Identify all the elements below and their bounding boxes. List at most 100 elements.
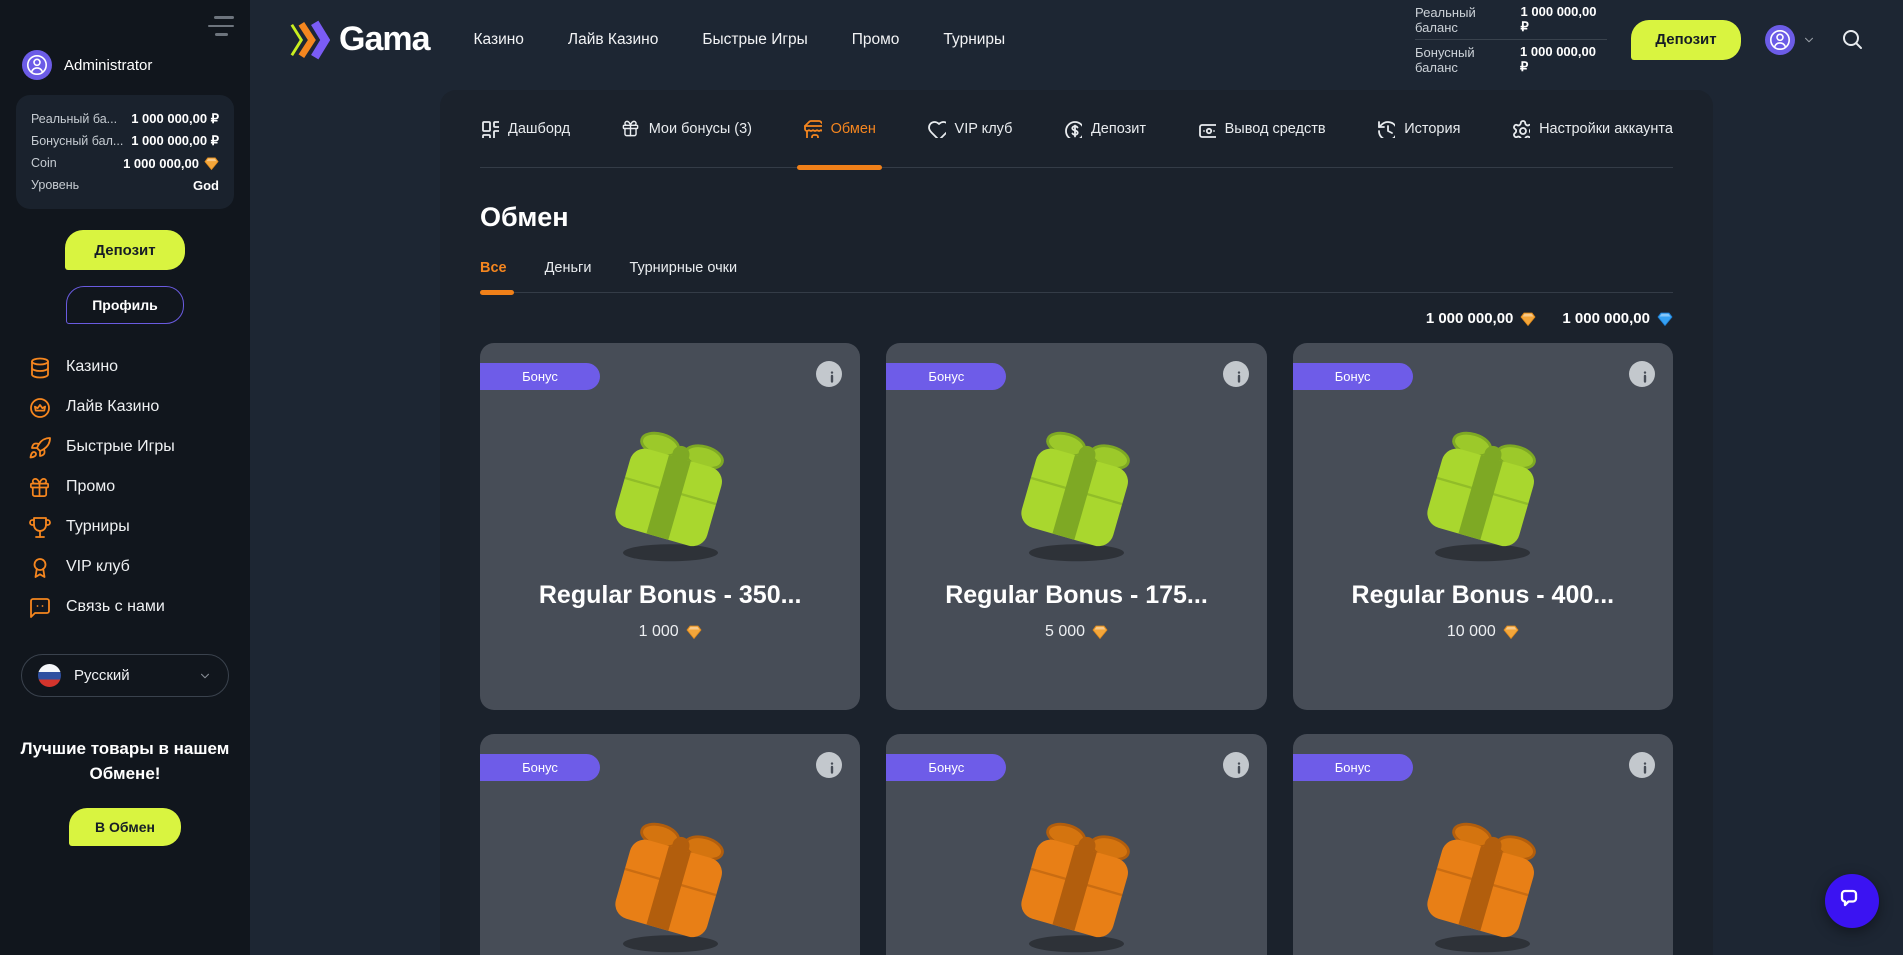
nav-promo[interactable]: Промо — [852, 31, 900, 49]
tab-dashboard[interactable]: Дашборд — [480, 90, 570, 167]
coin-balance-row: Coin 1 000 000,00 — [31, 152, 219, 174]
shop-icon — [803, 119, 822, 138]
tab-account-settings[interactable]: Настройки аккаунта — [1511, 90, 1673, 167]
header-deposit-button[interactable]: Депозит — [1631, 20, 1741, 60]
info-icon[interactable] — [1223, 361, 1249, 387]
bonus-price: 10 000 — [1293, 623, 1673, 641]
sidebar-promo-text: Лучшие товары в нашем Обмене! — [14, 737, 236, 786]
chevron-down-icon — [198, 669, 212, 683]
bonus-price: 1 000 — [480, 623, 860, 641]
sidebar-profile-button[interactable]: Профиль — [66, 286, 184, 324]
bonus-card[interactable]: Бонус — [886, 734, 1266, 955]
bonus-card[interactable]: Бонус Regular Bonus - 175... 5 000 — [886, 343, 1266, 710]
sidebar-item-contact[interactable]: Связь с нами — [28, 587, 250, 627]
info-icon[interactable] — [1629, 752, 1655, 778]
filter-all[interactable]: Все — [480, 260, 507, 292]
nav-tournaments[interactable]: Турниры — [943, 31, 1005, 49]
orange-gem-icon — [1092, 624, 1108, 640]
bonus-balance-row: Бонусный бал... 1 000 000,00 ₽ — [31, 130, 219, 152]
chevron-down-icon — [1802, 33, 1816, 47]
gear-icon — [1511, 119, 1530, 138]
account-menu[interactable] — [1765, 25, 1816, 55]
orange-gem-icon — [204, 156, 219, 171]
wallet-orange-balance: 1 000 000,00 — [1426, 310, 1537, 327]
sidebar-menu: Казино Лайв Казино Быстрые Игры Промо Ту… — [28, 347, 250, 627]
real-balance-row: Реальный ба... 1 000 000,00 ₽ — [31, 108, 219, 130]
search-icon[interactable] — [1840, 27, 1865, 52]
medal-icon — [28, 556, 51, 579]
banknote-icon — [1197, 119, 1216, 138]
bonus-title: Regular Bonus - 175... — [886, 581, 1266, 610]
filter-tournament-points[interactable]: Турнирные очки — [629, 260, 737, 292]
nav-live-casino[interactable]: Лайв Казино — [568, 31, 658, 49]
user-avatar — [22, 50, 52, 80]
user-avatar — [1765, 25, 1795, 55]
user-name: Administrator — [64, 57, 152, 74]
heart-icon — [927, 119, 946, 138]
live-chat-button[interactable] — [1825, 874, 1879, 928]
account-tabs: Дашборд Мои бонусы (3) Обмен VIP клуб Де… — [480, 90, 1673, 168]
main-area: Gama Казино Лайв Казино Быстрые Игры Про… — [250, 0, 1903, 955]
language-selector[interactable]: Русский — [21, 654, 229, 697]
bonus-title: Regular Bonus - 400... — [1293, 581, 1673, 610]
trophy-icon — [28, 516, 51, 539]
exchange-wallet: 1 000 000,00 1 000 000,00 — [480, 310, 1673, 327]
header-bonus-balance: Бонусный баланс 1 000 000,00 ₽ — [1415, 40, 1607, 79]
chat-icon — [28, 596, 51, 619]
sidebar: Administrator Реальный ба... 1 000 000,0… — [0, 0, 250, 955]
coin-icon — [1063, 119, 1082, 138]
gama-logo[interactable]: Gama — [288, 20, 430, 60]
tab-deposit[interactable]: Депозит — [1063, 90, 1146, 167]
bonus-card[interactable]: Бонус — [1293, 734, 1673, 955]
sidebar-item-casino[interactable]: Казино — [28, 347, 250, 387]
tab-my-bonuses[interactable]: Мои бонусы (3) — [621, 90, 752, 167]
live-casino-icon — [28, 396, 51, 419]
bonus-badge: Бонус — [1293, 754, 1413, 781]
nav-casino[interactable]: Казино — [474, 31, 524, 49]
filter-money[interactable]: Деньги — [545, 260, 592, 292]
gift-icon — [621, 119, 640, 138]
to-exchange-button[interactable]: В Обмен — [69, 808, 181, 846]
bonus-card[interactable]: Бонус Regular Bonus - 350... 1 000 — [480, 343, 860, 710]
top-right-controls: Реальный баланс 1 000 000,00 ₽ Бонусный … — [1415, 0, 1865, 79]
orange-gem-icon — [1520, 311, 1536, 327]
info-icon[interactable] — [1629, 361, 1655, 387]
bonus-card[interactable]: Бонус Regular Bonus - 400... 10 000 — [1293, 343, 1673, 710]
orange-gem-icon — [1503, 624, 1519, 640]
sidebar-item-live-casino[interactable]: Лайв Казино — [28, 387, 250, 427]
sidebar-item-promo[interactable]: Промо — [28, 467, 250, 507]
sidebar-item-vip-club[interactable]: VIP клуб — [28, 547, 250, 587]
bonus-cards-grid: Бонус Regular Bonus - 350... 1 000 Бонус… — [480, 343, 1673, 955]
sidebar-user[interactable]: Administrator — [22, 50, 250, 80]
chat-bubble-icon — [1837, 886, 1867, 916]
top-navigation: Казино Лайв Казино Быстрые Игры Промо Ту… — [474, 31, 1006, 49]
bonus-badge: Бонус — [1293, 363, 1413, 390]
account-panel: Дашборд Мои бонусы (3) Обмен VIP клуб Де… — [440, 90, 1713, 955]
tab-vip-club[interactable]: VIP клуб — [927, 90, 1013, 167]
sidebar-item-fast-games[interactable]: Быстрые Игры — [28, 427, 250, 467]
wallet-blue-balance: 1 000 000,00 — [1562, 310, 1673, 327]
page-title: Обмен — [480, 202, 1673, 233]
sidebar-toggle-icon[interactable] — [208, 16, 234, 36]
sidebar-deposit-button[interactable]: Депозит — [65, 230, 185, 270]
orange-gem-icon — [686, 624, 702, 640]
bonus-title: Regular Bonus - 350... — [480, 581, 860, 610]
blue-gem-icon — [1657, 311, 1673, 327]
russian-flag-icon — [38, 664, 61, 687]
tab-withdraw[interactable]: Вывод средств — [1197, 90, 1326, 167]
sidebar-item-tournaments[interactable]: Турниры — [28, 507, 250, 547]
bonus-badge: Бонус — [480, 363, 600, 390]
bonus-badge: Бонус — [480, 754, 600, 781]
tab-exchange[interactable]: Обмен — [803, 90, 876, 167]
info-icon[interactable] — [1223, 752, 1249, 778]
bonus-badge: Бонус — [886, 754, 1006, 781]
coins-icon — [28, 356, 51, 379]
dashboard-icon — [480, 119, 499, 138]
header-real-balance: Реальный баланс 1 000 000,00 ₽ — [1415, 0, 1607, 40]
tab-history[interactable]: История — [1376, 90, 1460, 167]
bonus-card[interactable]: Бонус — [480, 734, 860, 955]
nav-fast-games[interactable]: Быстрые Игры — [702, 31, 807, 49]
gift-icon — [28, 476, 51, 499]
logo-text: Gama — [339, 20, 430, 59]
top-bar: Gama Казино Лайв Казино Быстрые Игры Про… — [250, 0, 1903, 79]
